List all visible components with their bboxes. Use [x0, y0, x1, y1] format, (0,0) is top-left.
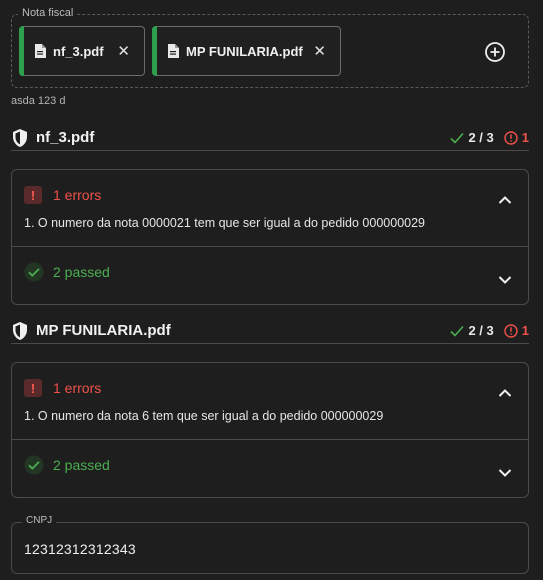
cnpj-value[interactable]: 12312312312343	[24, 541, 136, 557]
error-badge-icon: !	[24, 379, 42, 397]
passed-label: 2 passed	[53, 264, 110, 280]
check-circle-icon	[24, 455, 44, 475]
passed-label: 2 passed	[53, 457, 110, 473]
validation-result-card: ! 1 errors 1. O numero da nota 0000021 t…	[11, 169, 529, 305]
file-chip-nf3[interactable]: nf_3.pdf ✕	[19, 26, 145, 76]
error-message: 1. O numero da nota 0000021 tem que ser …	[24, 216, 426, 230]
error-message: 1. O numero da nota 6 tem que ser igual …	[24, 409, 384, 423]
errors-label: 1 errors	[53, 380, 102, 396]
validation-stats: 2 / 3 1	[450, 323, 529, 338]
passed-accordion-header[interactable]: 2 passed	[24, 455, 110, 475]
divider	[12, 439, 528, 440]
file-validation-header: MP FUNILARIA.pdf 2 / 3 1	[11, 318, 529, 344]
check-circle-icon	[24, 262, 44, 282]
file-validation-header: nf_3.pdf 2 / 3 1	[11, 125, 529, 151]
document-icon	[34, 44, 46, 58]
passed-ratio: 2 / 3	[468, 323, 494, 338]
error-count: 1	[521, 323, 529, 338]
file-title: nf_3.pdf	[36, 129, 95, 146]
chevron-up-icon[interactable]	[498, 385, 512, 397]
shield-icon	[12, 321, 28, 340]
remove-file-button[interactable]: ✕	[313, 44, 326, 59]
validation-stats: 2 / 3 1	[450, 130, 529, 145]
add-file-button[interactable]	[484, 41, 506, 63]
plus-circle-icon	[485, 42, 505, 62]
passed-ratio: 2 / 3	[468, 130, 494, 145]
errors-accordion-header[interactable]: ! 1 errors	[24, 379, 101, 397]
file-chip-name: MP FUNILARIA.pdf	[186, 43, 303, 59]
helper-text: asda 123 d	[11, 95, 66, 107]
shield-icon	[12, 128, 28, 147]
chevron-down-icon[interactable]	[498, 272, 512, 284]
error-badge-icon: !	[24, 186, 42, 204]
file-chip-mp-funilaria[interactable]: MP FUNILARIA.pdf ✕	[152, 26, 341, 76]
chevron-down-icon[interactable]	[498, 465, 512, 477]
document-icon	[167, 44, 179, 58]
nota-fiscal-label: Nota fiscal	[18, 7, 78, 19]
file-title: MP FUNILARIA.pdf	[36, 322, 171, 339]
cnpj-field[interactable]: CNPJ 12312312312343	[11, 515, 529, 574]
check-icon	[450, 325, 465, 337]
error-circle-icon	[504, 130, 518, 145]
divider	[12, 246, 528, 247]
validation-result-card: ! 1 errors 1. O numero da nota 6 tem que…	[11, 362, 529, 498]
error-circle-icon	[504, 323, 518, 338]
passed-accordion-header[interactable]: 2 passed	[24, 262, 110, 282]
check-icon	[450, 132, 465, 144]
cnpj-label: CNPJ	[22, 515, 57, 526]
chevron-up-icon[interactable]	[498, 192, 512, 204]
nota-fiscal-dropzone: Nota fiscal nf_3.pdf ✕ MP FUNILARIA.pdf …	[11, 7, 529, 88]
error-count: 1	[521, 130, 529, 145]
errors-label: 1 errors	[53, 187, 102, 203]
errors-accordion-header[interactable]: ! 1 errors	[24, 186, 101, 204]
file-chip-name: nf_3.pdf	[53, 43, 104, 59]
remove-file-button[interactable]: ✕	[117, 44, 130, 59]
